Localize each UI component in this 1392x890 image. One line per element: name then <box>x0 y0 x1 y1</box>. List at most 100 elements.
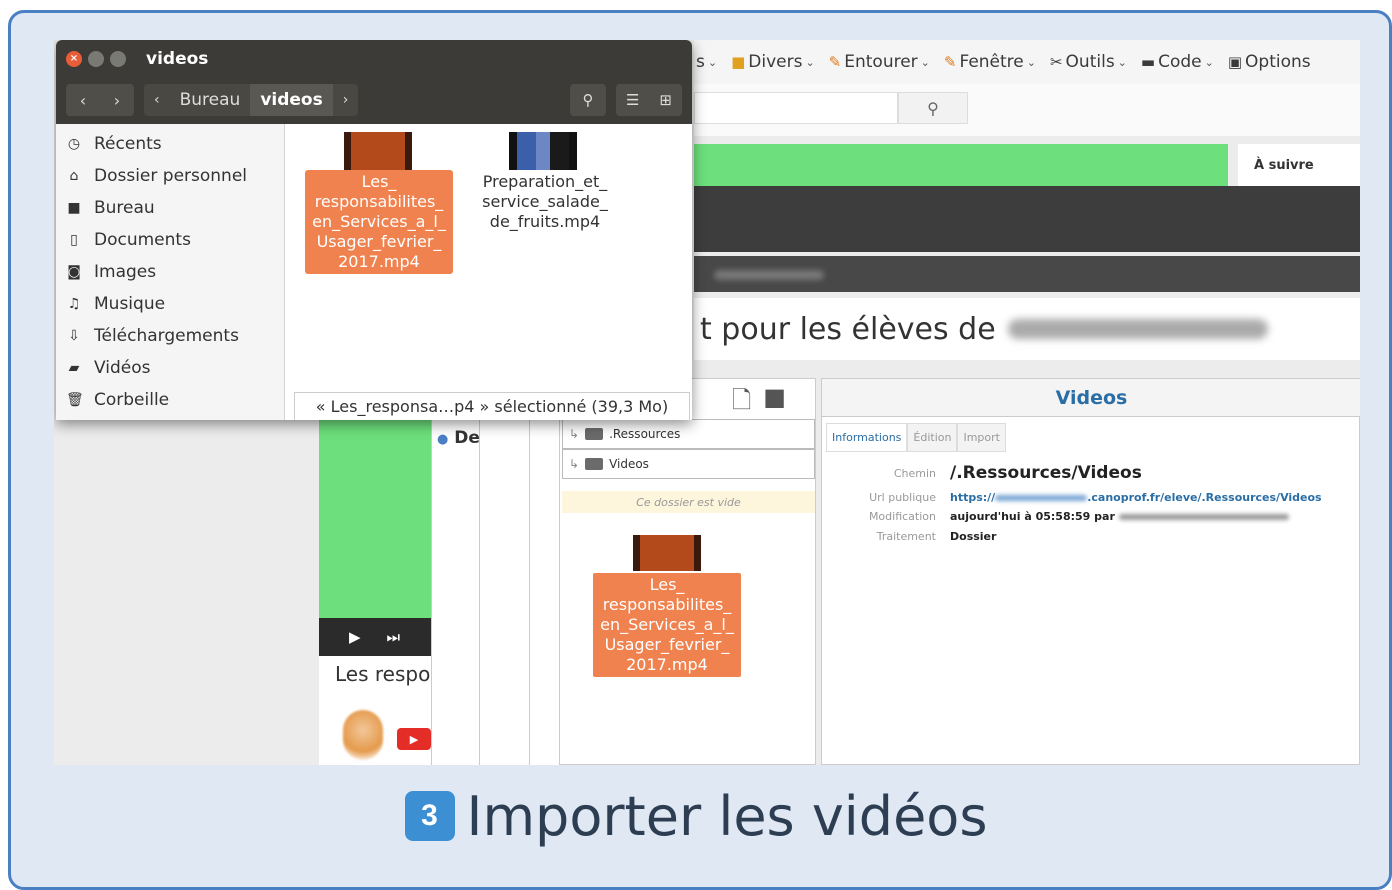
a-suivre-label: À suivre <box>1238 144 1360 186</box>
branch-icon: ↳ <box>569 427 580 441</box>
new-folder-icon[interactable]: ■ <box>763 383 786 424</box>
menu-divers[interactable]: ■ Divers ⌄ <box>731 52 815 72</box>
search-input[interactable] <box>694 92 898 124</box>
tab-informations[interactable]: Informations <box>826 423 908 452</box>
chevron-down-icon: ⌄ <box>1117 55 1127 69</box>
section-label: ● De <box>437 428 480 448</box>
blurred-name <box>1007 319 1268 339</box>
branch-icon: ↳ <box>569 457 580 471</box>
history-nav: ‹ › <box>66 84 134 116</box>
public-url-link[interactable]: https://.canoprof.fr/eleve/.Ressources/V… <box>950 491 1322 504</box>
dark-header-band <box>694 186 1360 252</box>
window-title: videos <box>146 49 209 69</box>
trash-icon: 🗑 <box>66 392 84 408</box>
page-headline: t pour les élèves de <box>694 298 1360 360</box>
sidebar-item-telechargements[interactable]: ⇩ Téléchargements <box>66 326 239 346</box>
breadcrumb: ‹ Bureau videos › <box>144 84 359 116</box>
new-file-icon[interactable]: 🗋 <box>732 383 751 424</box>
empty-folder-note: Ce dossier est vide <box>562 491 815 513</box>
info-row-chemin: Chemin /.Ressources/Videos <box>893 463 1142 483</box>
sidebar-item-bureau[interactable]: ■ Bureau <box>66 198 154 218</box>
chevron-down-icon: ⌄ <box>805 55 815 69</box>
places-sidebar: ◷ Récents ⌂ Dossier personnel ■ Bureau ▯ Doc… <box>56 124 285 420</box>
maximize-icon[interactable] <box>110 51 126 67</box>
menu-fenetre[interactable]: ✎ Fenêtre ⌄ <box>944 52 1036 72</box>
dragged-file-label[interactable]: Les_ responsabilites_ en_Services_a_l_ U… <box>593 573 741 677</box>
sidebar-item-musique[interactable]: ♫ Musique <box>66 294 165 314</box>
video-preview-column: ▶ ⏭ Les respo ▶ <box>319 418 431 765</box>
video-title-card[interactable]: Les respo ▶ <box>319 656 431 765</box>
tree-row-ressources[interactable]: ↳ .Ressources <box>562 419 815 449</box>
video-controls: ▶ ⏭ <box>319 618 431 656</box>
blurred-text <box>995 495 1088 501</box>
panel-divider <box>431 418 479 765</box>
sidebar-item-documents[interactable]: ▯ Documents <box>66 230 191 250</box>
back-icon[interactable]: ‹ <box>80 91 86 110</box>
menu-entourer[interactable]: ✎ Entourer ⌄ <box>829 52 930 72</box>
chevron-left-icon[interactable]: ‹ <box>144 84 170 116</box>
document-icon: ▯ <box>70 232 78 248</box>
file-manager-window: × videos ‹ › ‹ Bureau videos › ⚲ ☰ ⊞ ◷ Ré… <box>56 40 692 420</box>
breadcrumb-bureau[interactable]: Bureau <box>170 84 251 116</box>
sidebar-item-corbeille[interactable]: 🗑 Corbeille <box>66 390 169 410</box>
tree-row-videos[interactable]: ↳ Videos <box>562 449 815 479</box>
pencil-icon: ✎ <box>943 53 957 71</box>
file-manager-toolbar: ‹ › ‹ Bureau videos › ⚲ ☰ ⊞ <box>56 78 692 124</box>
code-icon: ▬ <box>1140 53 1156 71</box>
view-toggle: ☰ ⊞ <box>616 84 682 116</box>
file-item[interactable]: Preparation_et_ service_salade_ de_fruit… <box>471 172 619 232</box>
info-row-traitement: Traitement Dossier <box>876 530 997 543</box>
step-badge: 3 <box>404 791 455 841</box>
video-player-area[interactable] <box>319 418 431 618</box>
menu-item-partial[interactable]: s ⌄ <box>696 52 717 72</box>
chevron-right-icon[interactable]: › <box>333 84 359 116</box>
next-icon[interactable]: ⏭ <box>387 628 401 646</box>
sidebar-item-home[interactable]: ⌂ Dossier personnel <box>66 166 247 186</box>
selection-status: « Les_responsa…p4 » sélectionné (39,3 Mo… <box>294 392 690 420</box>
folder-icon <box>585 428 604 440</box>
info-panel: Videos Informations Édition Import Chemi… <box>821 378 1360 765</box>
home-icon: ⌂ <box>69 168 79 184</box>
menu-outils[interactable]: ✂ Outils ⌄ <box>1050 52 1127 72</box>
video-file-thumbnail[interactable] <box>344 132 412 170</box>
breadcrumb-videos[interactable]: videos <box>250 84 333 116</box>
search-button[interactable]: ⚲ <box>570 84 606 116</box>
dark-subheader-band <box>694 256 1360 292</box>
app-menubar: s ⌄ ■ Divers ⌄ ✎ Entourer ⌄ ✎ Fenêtre ⌄ ✂ Outils… <box>694 40 1360 84</box>
search-row: ⚲ <box>694 84 1360 136</box>
forward-icon[interactable]: › <box>114 91 120 110</box>
folder-icon: ■ <box>731 53 746 71</box>
tab-import[interactable]: Import <box>957 423 1006 452</box>
folder-icon: ■ <box>67 200 81 216</box>
minimize-icon[interactable] <box>88 51 104 67</box>
video-icon: ▰ <box>68 360 80 376</box>
step-caption: 3 Importer les vidéos <box>0 776 1392 856</box>
nav-panel-divider <box>529 418 559 765</box>
music-icon: ♫ <box>67 296 81 312</box>
download-icon: ⇩ <box>68 328 80 344</box>
search-icon: ⚲ <box>927 98 939 118</box>
progress-banner <box>694 144 1228 186</box>
menu-code[interactable]: ▬ Code ⌄ <box>1141 52 1214 72</box>
list-view-icon[interactable]: ☰ <box>626 91 639 109</box>
sidebar-item-images[interactable]: ◙ Images <box>66 262 156 282</box>
close-icon[interactable]: × <box>66 51 82 67</box>
info-row-url: Url publique https://.canoprof.fr/eleve/… <box>869 491 1322 504</box>
dragged-video-thumbnail[interactable] <box>633 535 701 571</box>
chevron-down-icon: ⌄ <box>1204 55 1214 69</box>
video-file-thumbnail[interactable] <box>509 132 577 170</box>
sidebar-item-videos[interactable]: ▰ Vidéos <box>66 358 151 378</box>
play-icon[interactable]: ▶ <box>349 628 361 646</box>
search-icon: ⚲ <box>582 91 594 109</box>
menu-options[interactable]: ▣ Options <box>1228 52 1311 72</box>
search-button[interactable]: ⚲ <box>898 92 968 124</box>
caption-text: Importer les vidéos <box>466 784 988 848</box>
sidebar-item-recents[interactable]: ◷ Récents <box>66 134 162 154</box>
info-row-modification: Modification aujourd'hui à 05:58:59 par <box>822 510 1289 523</box>
tab-edition[interactable]: Édition <box>907 423 958 452</box>
blurred-text <box>1118 514 1289 520</box>
chevron-down-icon: ⌄ <box>707 55 718 69</box>
tree-toolbar: 🗋 ■ <box>732 383 786 424</box>
grid-view-icon[interactable]: ⊞ <box>659 91 672 109</box>
file-item-selected[interactable]: Les_ responsabilites_ en_Services_a_l_ U… <box>305 170 453 274</box>
